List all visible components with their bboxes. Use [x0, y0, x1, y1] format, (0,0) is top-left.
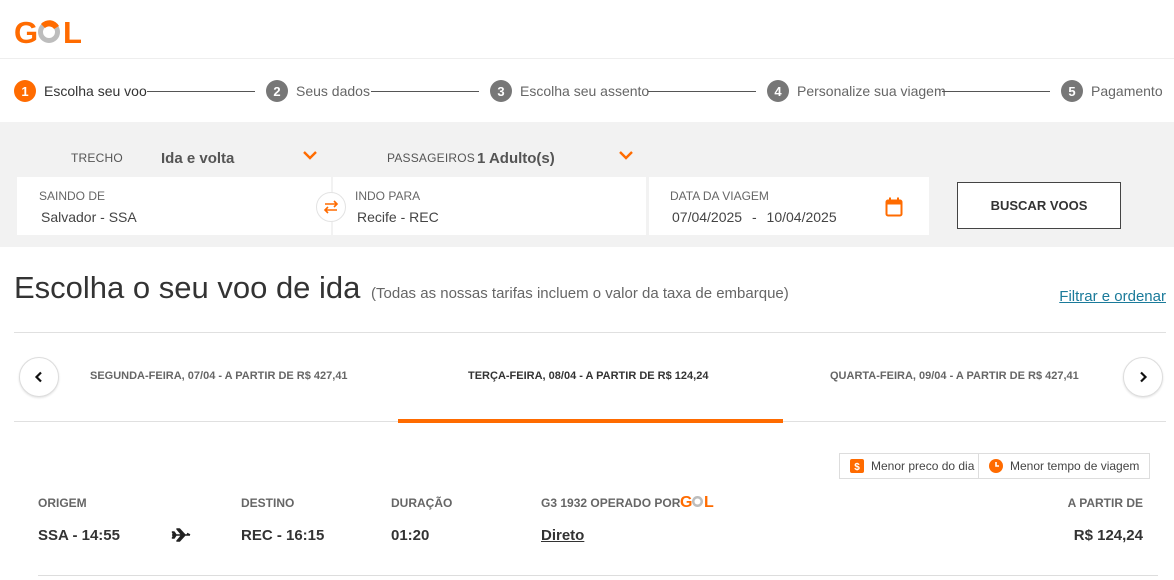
- date-tab-tuesday[interactable]: TERÇA-FEIRA, 08/04 - A PARTIR DE R$ 124,…: [468, 370, 708, 382]
- origin-field[interactable]: SAINDO DE Salvador - SSA: [17, 177, 331, 235]
- page-subtitle: (Todas as nossas tarifas incluem o valor…: [371, 285, 789, 302]
- gol-logo[interactable]: G L: [14, 14, 86, 48]
- chevron-left-icon: [34, 371, 42, 383]
- step-connector: [147, 91, 255, 92]
- date-tab-monday[interactable]: SEGUNDA-FEIRA, 07/04 - A PARTIR DE R$ 42…: [90, 370, 348, 382]
- fastest-badge: Menor tempo de viagem: [978, 453, 1151, 479]
- svg-text:$: $: [854, 462, 860, 473]
- step-label: Escolha seu assento: [520, 83, 650, 99]
- destination-label: INDO PARA: [355, 189, 421, 203]
- chevron-right-icon: [1140, 371, 1148, 383]
- date-separator: -: [751, 209, 757, 225]
- cheapest-badge-label: Menor preco do dia: [871, 459, 975, 473]
- step-label: Pagamento: [1091, 83, 1163, 99]
- origin-column-header: ORIGEM: [38, 496, 87, 510]
- passengers-value: 1 Adulto(s): [477, 149, 555, 167]
- svg-text:G: G: [680, 494, 692, 510]
- step-personalize[interactable]: 4 Personalize sua viagem: [767, 79, 946, 103]
- previous-date-button[interactable]: [19, 357, 59, 397]
- header-divider: [0, 58, 1174, 59]
- row-divider: [38, 575, 1158, 576]
- cheapest-badge: $ Menor preco do dia: [839, 453, 986, 479]
- clock-icon: [989, 459, 1003, 473]
- departure-date: 07/04/2025: [672, 209, 743, 225]
- swap-arrows-icon: [323, 200, 339, 214]
- operator-label: G3 1932 OPERADO POR: [541, 496, 681, 510]
- trip-type-label: TRECHO: [71, 146, 123, 170]
- step-number: 3: [490, 80, 512, 102]
- step-label: Escolha seu voo: [44, 83, 147, 99]
- next-date-button[interactable]: [1123, 357, 1163, 397]
- swap-route-button[interactable]: [316, 192, 346, 222]
- step-connector: [942, 91, 1050, 92]
- step-number: 1: [14, 80, 36, 102]
- step-label: Seus dados: [296, 83, 370, 99]
- step-payment[interactable]: 5 Pagamento: [1061, 79, 1163, 103]
- svg-text:G: G: [14, 15, 38, 48]
- duration-value: 01:20: [391, 527, 430, 544]
- travel-date-label: DATA DA VIAGEM: [670, 189, 769, 203]
- selected-tab-indicator: [398, 419, 783, 423]
- svg-text:L: L: [704, 494, 714, 510]
- trip-type-value: Ida e volta: [161, 149, 235, 167]
- step-number: 2: [266, 80, 288, 102]
- trip-type-select[interactable]: Ida e volta: [161, 146, 234, 170]
- step-choose-seat[interactable]: 3 Escolha seu assento: [490, 79, 649, 103]
- stops-link[interactable]: Direto: [541, 527, 584, 544]
- title-divider: [14, 332, 1166, 333]
- page-title-text: Escolha o seu voo de ida: [14, 270, 361, 305]
- trip-type-key: TRECHO: [71, 151, 123, 165]
- price-column-header: A PARTIR DE: [1067, 496, 1143, 510]
- filter-sort-link[interactable]: Filtrar e ordenar: [1059, 288, 1166, 305]
- origin-label: SAINDO DE: [39, 189, 106, 203]
- chevron-down-icon[interactable]: [617, 146, 635, 164]
- chevron-down-icon[interactable]: [301, 146, 319, 164]
- airplane-icon: [171, 528, 191, 542]
- destination-value: Recife - REC: [357, 209, 439, 225]
- origin-time: SSA - 14:55: [38, 527, 120, 544]
- destination-time: REC - 16:15: [241, 527, 325, 544]
- fastest-badge-label: Menor tempo de viagem: [1010, 459, 1140, 473]
- step-number: 5: [1061, 80, 1083, 102]
- gol-operator-logo: G L: [680, 494, 714, 510]
- step-connector: [371, 91, 479, 92]
- step-your-data[interactable]: 2 Seus dados: [266, 79, 370, 103]
- step-number: 4: [767, 80, 789, 102]
- destination-field[interactable]: INDO PARA Recife - REC: [333, 177, 646, 235]
- origin-value: Salvador - SSA: [41, 209, 137, 225]
- search-panel: TRECHO Ida e volta PASSAGEIROS 1 Adulto(…: [0, 122, 1174, 247]
- duration-column-header: DURAÇÃO: [391, 496, 453, 510]
- destination-column-header: DESTINO: [241, 496, 295, 510]
- step-choose-flight[interactable]: 1 Escolha seu voo: [14, 79, 147, 103]
- passengers-key: PASSAGEIROS: [387, 151, 476, 165]
- return-date: 10/04/2025: [766, 209, 837, 225]
- passengers-label: PASSAGEIROS: [387, 146, 475, 170]
- date-tab-wednesday[interactable]: QUARTA-FEIRA, 09/04 - A PARTIR DE R$ 427…: [830, 370, 1079, 382]
- calendar-icon[interactable]: [885, 197, 903, 217]
- svg-text:L: L: [63, 15, 82, 48]
- search-flights-button[interactable]: BUSCAR VOOS: [957, 182, 1121, 229]
- passengers-select[interactable]: 1 Adulto(s): [477, 146, 555, 170]
- step-label: Personalize sua viagem: [797, 83, 946, 99]
- step-connector: [648, 91, 756, 92]
- booking-stepper: 1 Escolha seu voo 2 Seus dados 3 Escolha…: [14, 79, 1163, 103]
- travel-dates: 07/04/2025 - 10/04/2025: [672, 209, 837, 225]
- page-title: Escolha o seu voo de ida (Todas as nossa…: [14, 270, 789, 306]
- flight-price[interactable]: R$ 124,24: [1074, 527, 1143, 544]
- dollar-icon: $: [850, 459, 864, 473]
